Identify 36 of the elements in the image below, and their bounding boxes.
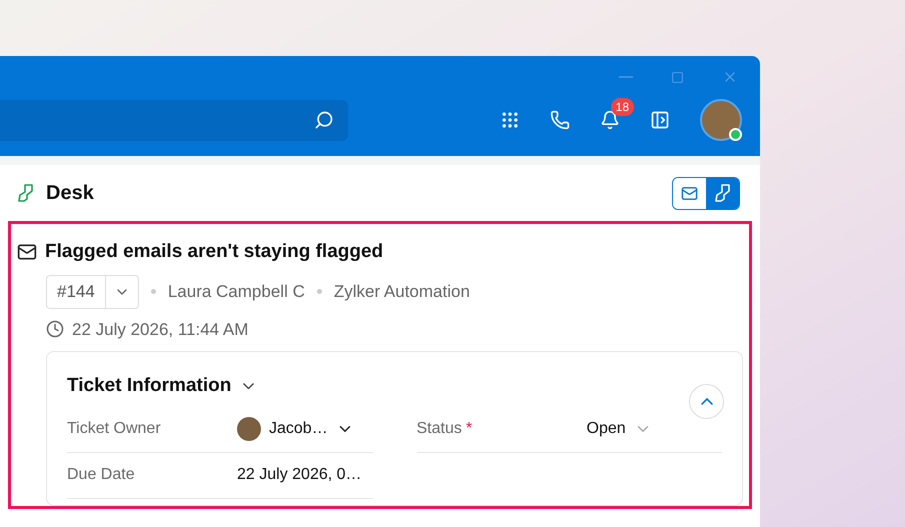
section-title: Ticket Information: [67, 374, 232, 398]
field-value[interactable]: Jacob…: [237, 417, 354, 441]
bullet-icon: [150, 289, 156, 294]
ticket-number-dropdown[interactable]: #144: [46, 274, 139, 308]
desk-icon: [712, 183, 732, 203]
search-icon: [314, 110, 334, 130]
sidebar-toggle-icon[interactable]: [650, 110, 670, 130]
app-title: Desk: [46, 181, 94, 206]
search-field[interactable]: [0, 100, 348, 140]
collapse-button[interactable]: [689, 384, 724, 419]
notification-icon[interactable]: [600, 110, 620, 130]
dialpad-icon[interactable]: [500, 110, 520, 130]
avatar-icon: [237, 417, 261, 441]
field-label: Ticket Owner: [67, 419, 161, 439]
field-label: Status: [416, 419, 462, 439]
field-value[interactable]: Open: [586, 417, 652, 441]
created-time: 22 July 2026, 11:44 AM: [72, 318, 248, 340]
chevron-up-icon: [700, 398, 712, 405]
caret-icon[interactable]: [243, 383, 254, 390]
view-tab[interactable]: [706, 178, 739, 208]
field-value[interactable]: 22 July 2026, 0…: [237, 463, 362, 487]
mail-icon: [681, 184, 698, 202]
maximize-icon: [671, 70, 684, 84]
ticket-title: Flagged emails aren't staying flagged: [45, 240, 384, 264]
account-name[interactable]: Zylker Automation: [334, 278, 470, 304]
bullet-icon: [316, 289, 322, 294]
contact-name[interactable]: Laura Campbell C: [168, 278, 305, 304]
phone-icon[interactable]: [550, 110, 570, 130]
required-mark: *: [466, 419, 472, 439]
mail-reply-icon: [17, 242, 37, 262]
notification-badge: 18: [610, 98, 634, 116]
field-label: Due Date: [67, 465, 135, 485]
user-avatar[interactable]: [700, 99, 742, 141]
clock-icon: [46, 320, 64, 338]
desk-icon: [16, 183, 36, 203]
minimize-icon: [619, 76, 633, 78]
